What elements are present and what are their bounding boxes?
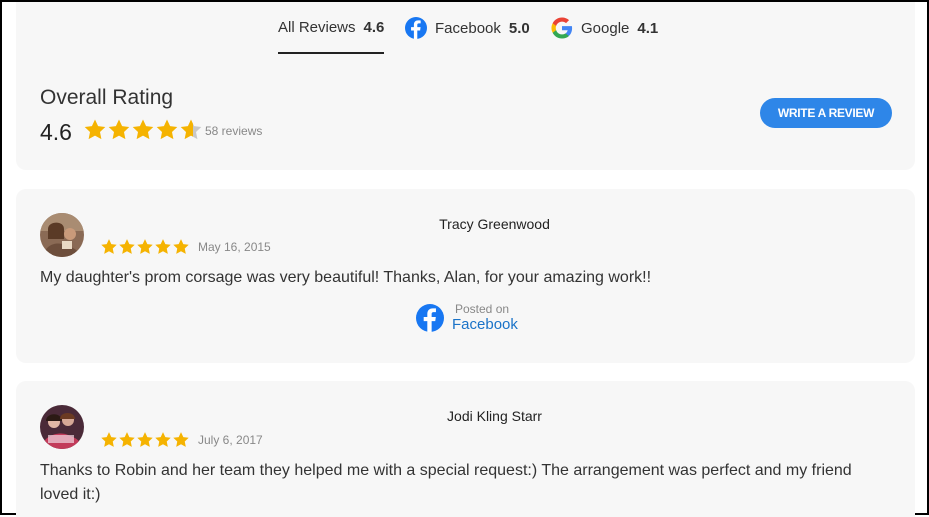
review-card: Jodi Kling Starr July 6, 2017 Thanks to … [16, 381, 915, 517]
star-icon [180, 119, 202, 140]
posted-on-label: Posted on [455, 302, 510, 316]
review-text: My daughter's prom corsage was very beau… [40, 269, 652, 286]
review-card: Tracy Greenwood May 16, 2015 My daughter… [16, 189, 915, 363]
overall-rating-title: Overall Rating [40, 86, 174, 109]
star-icon [84, 119, 106, 140]
tab-rating: 5.0 [508, 19, 530, 37]
facebook-icon [405, 17, 427, 39]
star-icon [173, 432, 189, 447]
star-icon [173, 239, 189, 254]
review-text: Thanks to Robin and her team they helped… [40, 462, 852, 503]
tab-rating: 4.6 [363, 18, 385, 36]
google-icon [551, 17, 573, 39]
write-review-button[interactable]: WRITE A REVIEW [760, 98, 892, 128]
tab-google[interactable]: Google 4.1 [551, 2, 658, 54]
overall-rating-panel: Overall Rating 4.6 58 reviews WRITE A RE… [16, 56, 915, 170]
average-rating: 4.6 [40, 119, 72, 145]
review-count: 58 reviews [205, 124, 263, 138]
tab-all-reviews[interactable]: All Reviews 4.6 [278, 2, 385, 54]
star-icon [155, 432, 171, 447]
review-date: May 16, 2015 [198, 240, 271, 254]
review-stars [100, 238, 190, 256]
posted-source-link[interactable]: Facebook [452, 316, 518, 334]
reviewer-name: Tracy Greenwood [439, 216, 550, 232]
star-icon [119, 239, 135, 254]
tab-label: Google [581, 19, 630, 37]
tab-facebook[interactable]: Facebook 5.0 [405, 2, 530, 54]
review-stars [100, 431, 190, 449]
star-icon [137, 432, 153, 447]
star-icon [155, 239, 171, 254]
review-date: July 6, 2017 [198, 433, 263, 447]
star-icon [101, 239, 117, 254]
star-icon [119, 432, 135, 447]
tab-label: All Reviews [278, 18, 356, 36]
star-icon [156, 119, 178, 140]
review-source-tabs: All Reviews 4.6 Facebook 5.0 Google 4.1 [16, 2, 915, 57]
star-icon [137, 239, 153, 254]
posted-on-facebook[interactable]: Posted on Facebook [416, 302, 518, 334]
tab-label: Facebook [435, 19, 501, 37]
facebook-icon [416, 304, 444, 332]
star-icon [108, 119, 130, 140]
star-icon [101, 432, 117, 447]
tab-rating: 4.1 [637, 19, 659, 37]
star-icon [132, 119, 154, 140]
reviewer-name: Jodi Kling Starr [447, 408, 542, 424]
average-rating-stars [83, 118, 203, 144]
